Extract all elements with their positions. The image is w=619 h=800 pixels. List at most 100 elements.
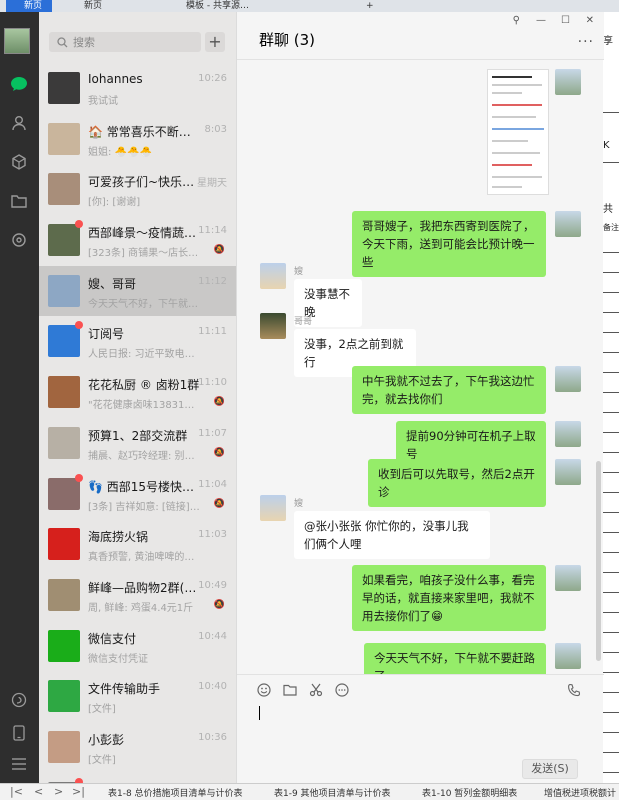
sender-avatar[interactable] [260,495,286,521]
prev-sheet-icon[interactable]: < [34,785,43,798]
favorites-icon[interactable] [7,150,31,174]
chat-name: 鲜峰—品购物2群(禁… [88,580,200,595]
search-placeholder: 搜索 [73,36,95,49]
chat-list-item[interactable]: 🏠 常常喜乐不断祈祷… 姐姐: 🐣🐣🐣 8:03 [39,114,236,165]
close-icon[interactable]: ✕ [586,15,594,26]
my-avatar[interactable] [555,459,581,485]
chat-bubble-icon[interactable] [335,683,349,697]
voice-call-icon[interactable] [567,683,581,697]
my-avatar[interactable] [4,28,30,54]
search-icon [57,36,68,47]
chat-time: 11:10 [198,377,227,389]
chat-list-item[interactable]: 小彭彭 [文件] 10:36 [39,722,236,773]
minimize-icon[interactable]: — [536,15,546,26]
scissors-icon[interactable] [309,683,323,697]
send-button[interactable]: 发送(S) [522,759,578,779]
person-photo-icon [48,730,80,763]
message-area[interactable]: 哥哥嫂子，我把东西寄到医院了，今天下雨，送到可能会比预计晚一些 没事慧不晚嫂没事，… [237,61,604,674]
chat-preview: [3条] 吉祥如意: [链接]… [88,501,200,513]
input-toolbar [237,674,604,704]
sheet-tab[interactable]: 表1-10 暂列金额明细表 [422,786,517,799]
message-scrollbar[interactable] [596,461,601,661]
background-tab[interactable]: 模板 - 共享源… [168,0,249,12]
chat-time: 10:49 [198,579,227,591]
my-avatar[interactable] [555,643,581,669]
file-transfer-icon [48,680,80,713]
my-avatar[interactable] [555,565,581,591]
subscription-icon [48,325,80,358]
chat-list-item[interactable]: 海底捞火锅 真香预警, 黄油啤啤的美… 11:03 [39,519,236,570]
group-grid-icon [48,274,80,307]
chat-name: 文件传输助手 [88,682,161,697]
new-tab-button[interactable]: + [358,0,374,12]
add-chat-button[interactable]: + [205,32,225,52]
chat-time: 10:44 [198,630,227,642]
chat-list-item[interactable]: 预算1、2部交流群 捕晨、赵巧玲经理: 别的… 11:07 🔕 [39,418,236,469]
menu-icon[interactable] [7,752,31,776]
my-avatar[interactable] [555,421,581,447]
unread-badge [75,321,83,330]
chat-panel: 群聊 (3) ⚲ — ☐ ✕ ··· 哥哥嫂子，我把东西寄到医院了，今天下雨，送… [236,12,604,783]
message-bubble[interactable]: @张小张张 你忙你的，没事儿我们俩个人哩 [294,511,490,559]
background-tab[interactable]: 新页 [66,0,102,12]
more-icon[interactable]: ··· [578,34,594,50]
maximize-icon[interactable]: ☐ [561,15,570,26]
unread-badge [75,473,83,482]
mini-program-panel-icon[interactable] [7,688,31,712]
mini-program-icon[interactable] [7,228,31,252]
chat-list-item[interactable]: 西部峰景～疫情蔬菜… [323条] 商铺果～店长19… 11:14 🔕 [39,215,236,266]
chat-list-item[interactable]: 文件传输助手 [文件] 10:40 [39,671,236,722]
chat-time: 星期天 [197,178,227,190]
contacts-icon[interactable] [7,111,31,135]
chat-preview: 微信支付凭证 [88,653,148,665]
group-grid-icon [48,376,80,409]
chat-list-item[interactable]: 花花私厨 ® 卤粉1群 "花花健康卤味13831102… 11:10 🔕 [39,367,236,418]
chat-preview: 我试试 [88,96,118,107]
chat-name: 预算1、2部交流群 [88,428,188,443]
chat-list-item[interactable]: 可爱孩子们~快乐学… [你]: [谢谢] 星期天 [39,164,236,215]
background-tab[interactable]: 新页 [6,0,52,12]
my-avatar[interactable] [555,69,581,95]
message-bubble[interactable]: 中午我就不过去了，下午我这边忙完，就去找你们 [352,366,546,414]
emoji-icon[interactable] [257,683,271,697]
my-avatar[interactable] [555,366,581,392]
sheet-tab[interactable]: 表1-9 其他项目清单与计价表 [274,786,391,799]
chat-name: 嫂、哥哥 [88,276,137,291]
chat-time: 10:36 [198,731,227,743]
chat-name: 👣 西部15号楼快递… [88,479,200,494]
search-input[interactable]: 搜索 [49,32,201,52]
mute-icon: 🔕 [213,397,225,408]
next-sheet-icon[interactable]: > [54,785,63,798]
phone-icon[interactable] [7,721,31,745]
sheet-tab[interactable]: 增值税进项税额计 [544,786,616,799]
sender-avatar[interactable] [260,313,286,339]
first-sheet-icon[interactable]: |< [10,785,23,798]
chat-time: 8:03 [204,123,227,135]
chat-name: 订阅号 [88,327,125,342]
message-bubble[interactable]: 如果看完，咱孩子没什么事，看完早的话，就直接来家里吧，我就不用去接你们了😁 [352,565,546,631]
chat-list-item[interactable]: 嫂、哥哥 今天天气不好，下午就不… 11:12 [39,265,236,317]
background-text: 享 [603,36,613,47]
chat-list-item[interactable]: Iohannes 我试试 10:26 [39,63,236,114]
message-bubble[interactable]: 哥哥嫂子，我把东西寄到医院了，今天下雨，送到可能会比预计晚一些 [352,211,546,277]
chat-list-item[interactable]: 嘉森礼订至民鲜峰10:31 [39,773,236,783]
chat-list-item[interactable]: 订阅号 人民日报: 习近平致电祝… 11:11 [39,316,236,367]
last-sheet-icon[interactable]: >| [72,785,85,798]
message-bubble[interactable]: 收到后可以先取号，然后2点开诊 [368,459,546,507]
message-bubble[interactable]: 今天天气不好，下午就不要赶路了 [364,643,546,674]
chat-preview: 捕晨、赵巧玲经理: 别的… [88,450,200,462]
sender-avatar[interactable] [260,263,286,289]
sheet-tab[interactable]: 表1-8 总价措施项目清单与计价表 [108,786,243,799]
message-input[interactable]: 发送(S) [237,704,604,783]
pin-icon[interactable]: ⚲ [513,15,520,26]
chat-list-item[interactable]: 鲜峰—品购物2群(禁… 周, 鲜峰: 鸡蛋4.4元1斤 10:49 🔕 [39,570,236,621]
text-caret [259,706,260,720]
chat-list-item[interactable]: 微信支付 微信支付凭证 10:44 [39,621,236,672]
image-message[interactable] [487,69,549,195]
chat-preview: [文件] [88,704,116,716]
folder-icon[interactable] [283,683,297,697]
my-avatar[interactable] [555,211,581,237]
chat-icon[interactable] [7,72,31,96]
folder-icon[interactable] [7,189,31,213]
chat-list-item[interactable]: 👣 西部15号楼快递… [3条] 吉祥如意: [链接]… 11:04 🔕 [39,469,236,520]
